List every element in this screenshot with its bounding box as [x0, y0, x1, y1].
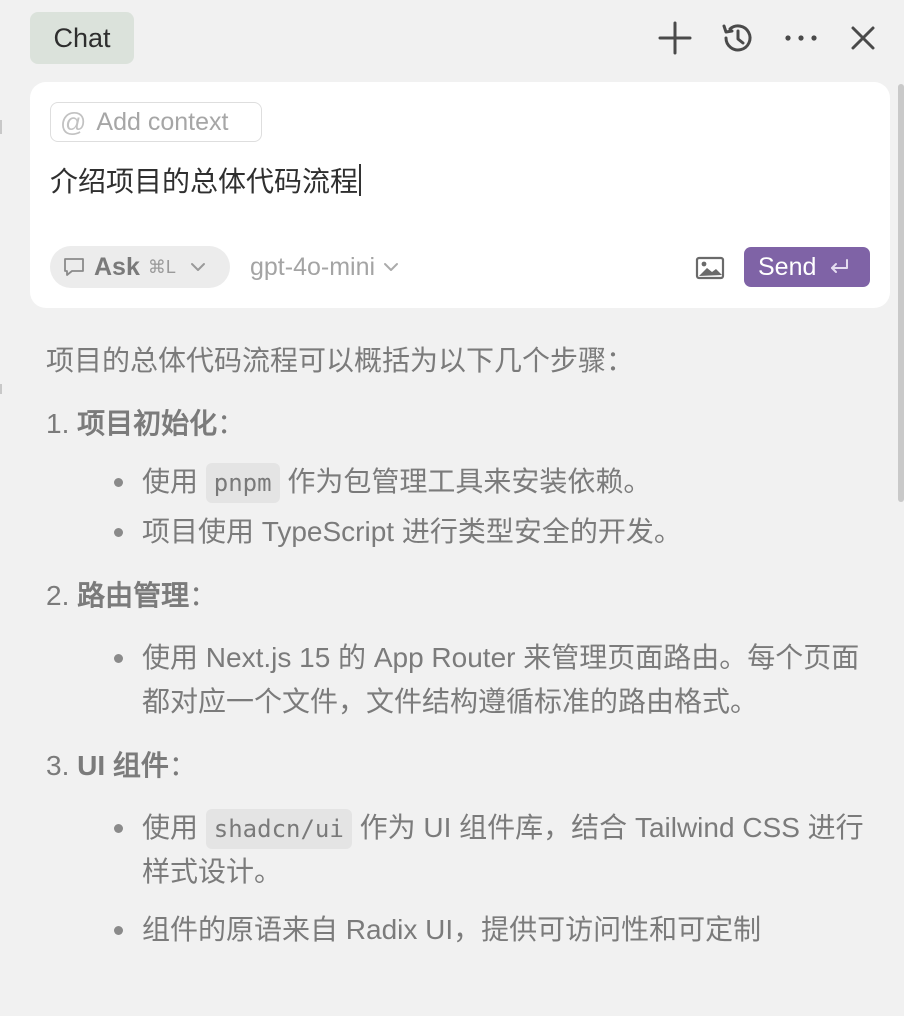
- add-context-button[interactable]: @ Add context: [50, 102, 262, 142]
- bullet-text: 项目使用 TypeScript 进行类型安全的开发。: [142, 516, 682, 547]
- history-button[interactable]: [718, 18, 758, 58]
- list-item: 使用 shadcn/ui 作为 UI 组件库，结合 Tailwind CSS 进…: [46, 806, 882, 894]
- scrollbar[interactable]: [898, 84, 904, 502]
- step-suffix: ：: [168, 750, 197, 781]
- bullet-list: 使用 Next.js 15 的 App Router 来管理页面路由。每个页面都…: [46, 636, 866, 724]
- bullet-text: 作为包管理工具来安装依赖。: [279, 466, 652, 497]
- add-context-label: Add context: [96, 107, 229, 136]
- response-intro: 项目的总体代码流程可以概括为以下几个步骤：: [46, 345, 635, 376]
- step-number: 2.: [46, 580, 70, 611]
- step-number: 1.: [46, 408, 70, 439]
- bullet-text: 使用: [142, 466, 206, 497]
- list-item: 使用 Next.js 15 的 App Router 来管理页面路由。每个页面都…: [46, 636, 882, 724]
- history-icon: [722, 24, 752, 52]
- send-label: Send: [758, 252, 817, 281]
- attach-image-button[interactable]: [694, 252, 726, 284]
- prompt-input[interactable]: 介绍项目的总体代码流程: [50, 160, 361, 200]
- new-chat-button[interactable]: [655, 18, 695, 58]
- list-item: 组件的原语来自 Radix UI，提供可访问性和可定制: [46, 908, 882, 952]
- step-title: 路由管理: [77, 580, 190, 611]
- plus-icon: [658, 21, 692, 55]
- text-caret: [359, 164, 361, 196]
- list-item: 项目使用 TypeScript 进行类型安全的开发。: [46, 510, 882, 554]
- chat-panel: Chat @ Add context 介绍项目的总体代码流程 Ask ⌘L gp…: [0, 0, 904, 1016]
- mode-shortcut: ⌘L: [147, 256, 176, 277]
- model-selector[interactable]: gpt-4o-mini: [250, 246, 399, 288]
- bullet-text: 组件的原语来自 Radix UI，提供可访问性和可定制: [142, 914, 762, 945]
- send-button[interactable]: Send: [744, 247, 870, 287]
- assistant-response: 项目的总体代码流程可以概括为以下几个步骤： 1. 项目初始化： 使用 pnpm …: [46, 338, 866, 952]
- more-button[interactable]: [781, 18, 821, 58]
- model-label: gpt-4o-mini: [250, 252, 376, 281]
- step-item: 1. 项目初始化：: [46, 402, 866, 446]
- list-item: 使用 pnpm 作为包管理工具来安装依赖。: [46, 460, 882, 504]
- at-icon: @: [60, 106, 87, 137]
- step-item: 2. 路由管理：: [46, 574, 866, 618]
- bullet-list: 使用 shadcn/ui 作为 UI 组件库，结合 Tailwind CSS 进…: [46, 806, 866, 952]
- close-button[interactable]: [843, 18, 883, 58]
- step-title: UI 组件: [77, 750, 169, 781]
- chat-bubble-icon: [64, 258, 84, 276]
- step-item: 3. UI 组件：: [46, 744, 866, 788]
- left-edge-mark: [0, 120, 2, 134]
- prompt-text: 介绍项目的总体代码流程: [50, 166, 359, 197]
- tab-chat[interactable]: Chat: [30, 12, 134, 64]
- chevron-down-icon: [383, 262, 399, 272]
- step-title: 项目初始化: [77, 408, 218, 439]
- chevron-down-icon: [190, 262, 206, 272]
- enter-icon: [828, 258, 850, 276]
- image-icon: [695, 256, 725, 280]
- left-edge-mark: [0, 384, 2, 394]
- mode-selector[interactable]: Ask ⌘L: [50, 246, 230, 288]
- inline-code: shadcn/ui: [205, 809, 352, 849]
- step-suffix: ：: [217, 408, 246, 439]
- step-number: 3.: [46, 750, 70, 781]
- mode-label: Ask: [94, 252, 140, 281]
- chat-composer: @ Add context 介绍项目的总体代码流程 Ask ⌘L gpt-4o-…: [30, 82, 890, 308]
- bullet-text: 使用: [142, 812, 206, 843]
- step-suffix: ：: [189, 580, 218, 611]
- more-icon: [785, 35, 817, 41]
- bullet-list: 使用 pnpm 作为包管理工具来安装依赖。 项目使用 TypeScript 进行…: [46, 460, 866, 554]
- inline-code: pnpm: [205, 463, 280, 503]
- close-icon: [851, 26, 875, 50]
- bullet-text: 使用 Next.js 15 的 App Router 来管理页面路由。每个页面都…: [142, 642, 860, 717]
